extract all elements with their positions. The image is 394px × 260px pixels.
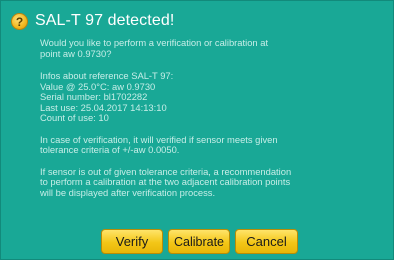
dialog-title: SAL-T 97 detected! xyxy=(35,12,175,29)
dialog-body: Would you like to perform a verification… xyxy=(40,37,385,198)
detection-dialog: ? SAL-T 97 detected! Would you like to p… xyxy=(0,0,394,260)
reference-infos: Infos about reference SAL-T 97: Value @ … xyxy=(40,70,174,123)
dialog-header: ? SAL-T 97 detected! xyxy=(11,10,174,32)
verify-button[interactable]: Verify xyxy=(101,229,163,254)
tolerance-note: If sensor is out of given tolerance crit… xyxy=(40,165,292,198)
cancel-button[interactable]: Cancel xyxy=(235,229,298,254)
question-icon: ? xyxy=(11,12,28,30)
calibrate-button[interactable]: Calibrate xyxy=(168,229,230,254)
button-row: Verify Calibrate Cancel xyxy=(101,229,298,254)
verification-note: In case of verification, it will verifie… xyxy=(40,133,278,155)
question-text: Would you like to perform a verification… xyxy=(40,37,269,59)
